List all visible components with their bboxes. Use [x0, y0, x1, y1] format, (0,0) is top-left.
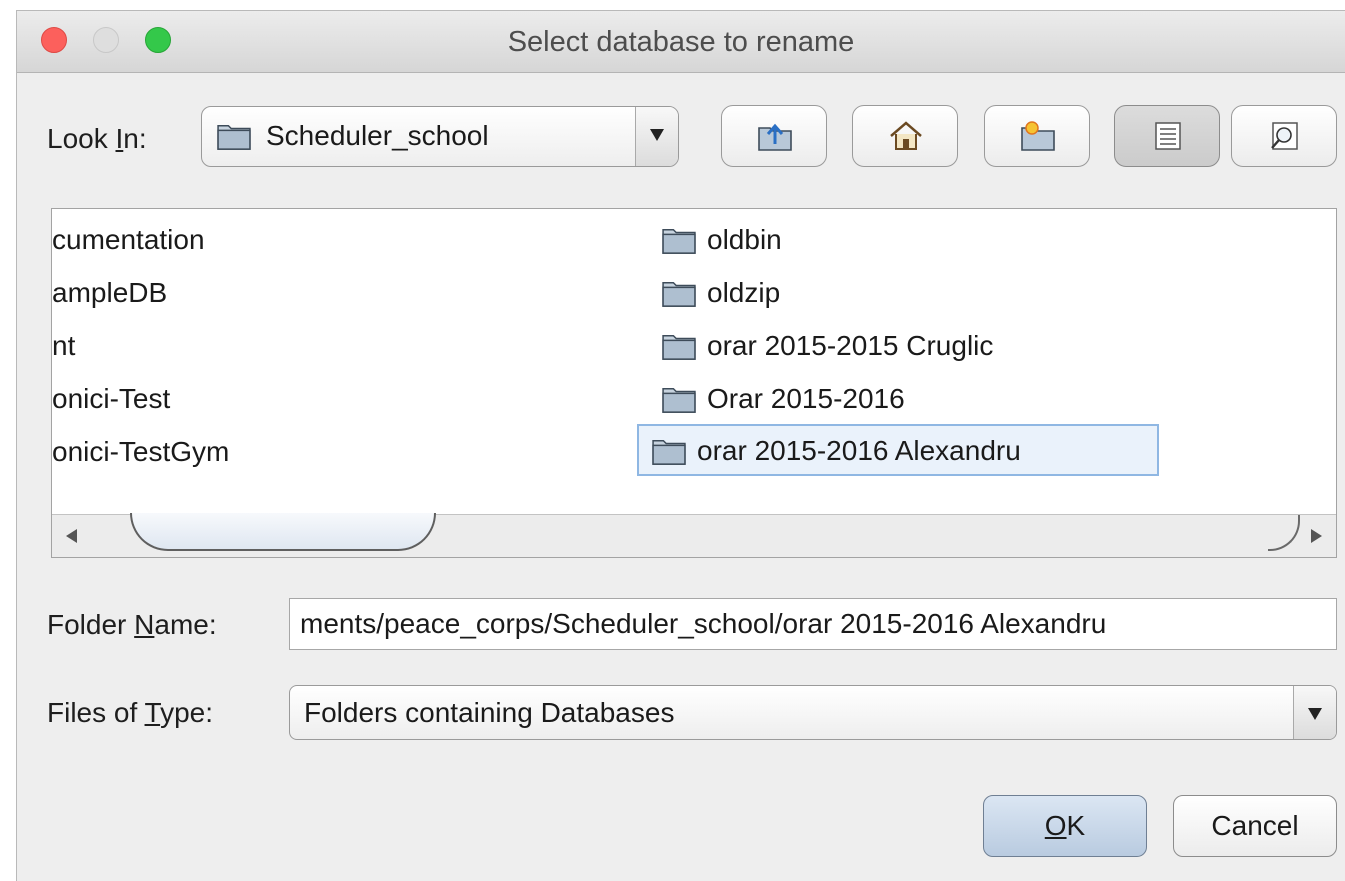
folder-icon [652, 439, 686, 465]
files-of-type-value: Folders containing Databases [304, 697, 675, 728]
details-view-button[interactable] [1231, 105, 1337, 167]
scroll-right-arrow-icon[interactable] [1311, 529, 1322, 543]
look-in-dropdown[interactable]: Scheduler_school [201, 106, 679, 167]
cancel-button[interactable]: Cancel [1173, 795, 1337, 857]
ok-button[interactable]: OK [983, 795, 1147, 857]
folder-icon [662, 387, 696, 413]
files-of-type-dropdown[interactable]: Folders containing Databases [289, 685, 1337, 740]
up-one-level-button[interactable] [721, 105, 827, 167]
new-folder-button[interactable] [984, 105, 1090, 167]
list-item-selected[interactable]: orar 2015-2016 Alexandru [637, 424, 1159, 476]
folder-icon [662, 334, 696, 360]
folder-icon [217, 124, 251, 150]
chevron-down-icon[interactable] [635, 107, 678, 166]
scrollbar-track-end [1268, 515, 1300, 551]
files-of-type-label: Files of Type: [47, 697, 214, 728]
new-folder-icon [1021, 121, 1055, 151]
list-item[interactable]: oldbin [647, 215, 1167, 263]
home-icon [890, 121, 922, 150]
home-button[interactable] [852, 105, 958, 167]
up-one-level-icon [758, 123, 792, 151]
window-title: Select database to rename [507, 26, 855, 58]
title-bar[interactable]: Select database to rename [17, 11, 1345, 73]
folder-icon [662, 281, 696, 307]
folder-name-field[interactable]: ments/peace_corps/Scheduler_school/orar … [289, 598, 1337, 650]
list-view-icon [1155, 122, 1181, 150]
chevron-down-icon[interactable] [1293, 686, 1336, 739]
look-in-value: Scheduler_school [266, 120, 489, 151]
select-database-dialog: Select database to rename Look In: Sched… [16, 10, 1345, 881]
list-item[interactable]: orar 2015-2015 Cruglic [647, 321, 1167, 369]
list-item[interactable]: Orar 2015-2016 [647, 374, 1167, 422]
look-in-label: Look In: [47, 123, 147, 154]
horizontal-scrollbar[interactable] [52, 513, 1336, 557]
file-list[interactable]: cumentation ampleDB nt onici-Test onici-… [51, 208, 1337, 558]
folder-name-label: Folder Name: [47, 609, 217, 640]
list-view-button[interactable] [1114, 105, 1220, 167]
scroll-left-arrow-icon[interactable] [66, 529, 77, 543]
details-view-icon [1271, 122, 1298, 150]
folder-icon [662, 228, 696, 254]
list-item[interactable]: oldzip [647, 268, 1167, 316]
scrollbar-thumb[interactable] [130, 513, 436, 551]
